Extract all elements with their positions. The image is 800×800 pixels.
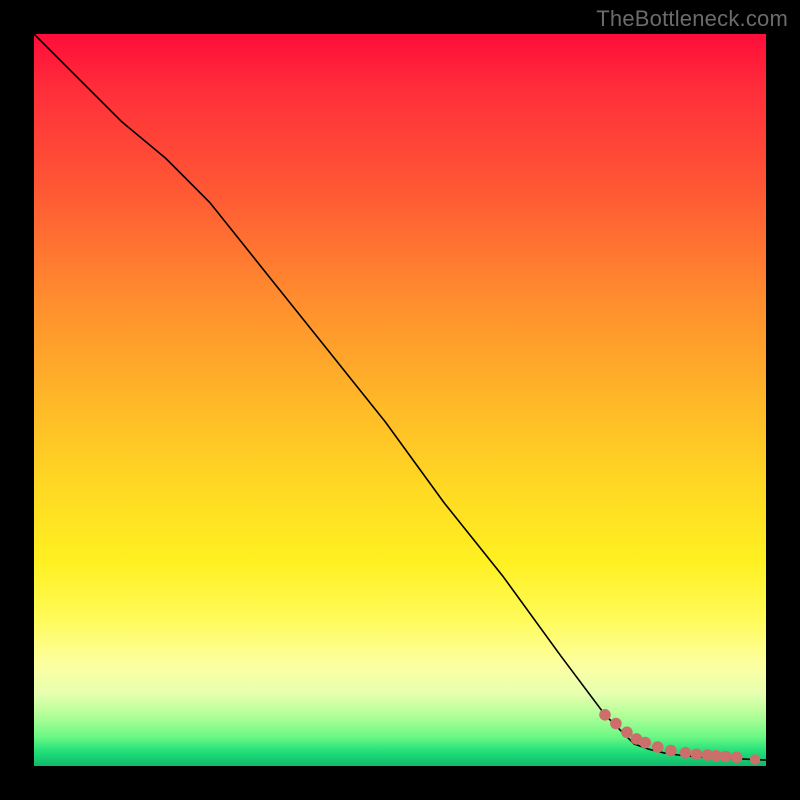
data-point bbox=[665, 745, 677, 757]
data-point bbox=[720, 751, 732, 763]
chart-svg bbox=[34, 34, 766, 766]
data-point bbox=[750, 754, 760, 764]
data-point bbox=[639, 737, 651, 749]
data-point bbox=[599, 709, 611, 721]
data-point bbox=[610, 718, 622, 730]
data-point bbox=[621, 727, 633, 739]
data-point bbox=[680, 747, 692, 759]
chart-frame: TheBottleneck.com bbox=[0, 0, 800, 800]
data-point bbox=[691, 749, 703, 761]
data-point bbox=[731, 751, 743, 763]
scatter-points bbox=[599, 709, 760, 765]
data-point bbox=[652, 741, 664, 753]
bottleneck-curve bbox=[34, 34, 766, 760]
plot-area bbox=[34, 34, 766, 766]
watermark-text: TheBottleneck.com bbox=[596, 6, 788, 32]
